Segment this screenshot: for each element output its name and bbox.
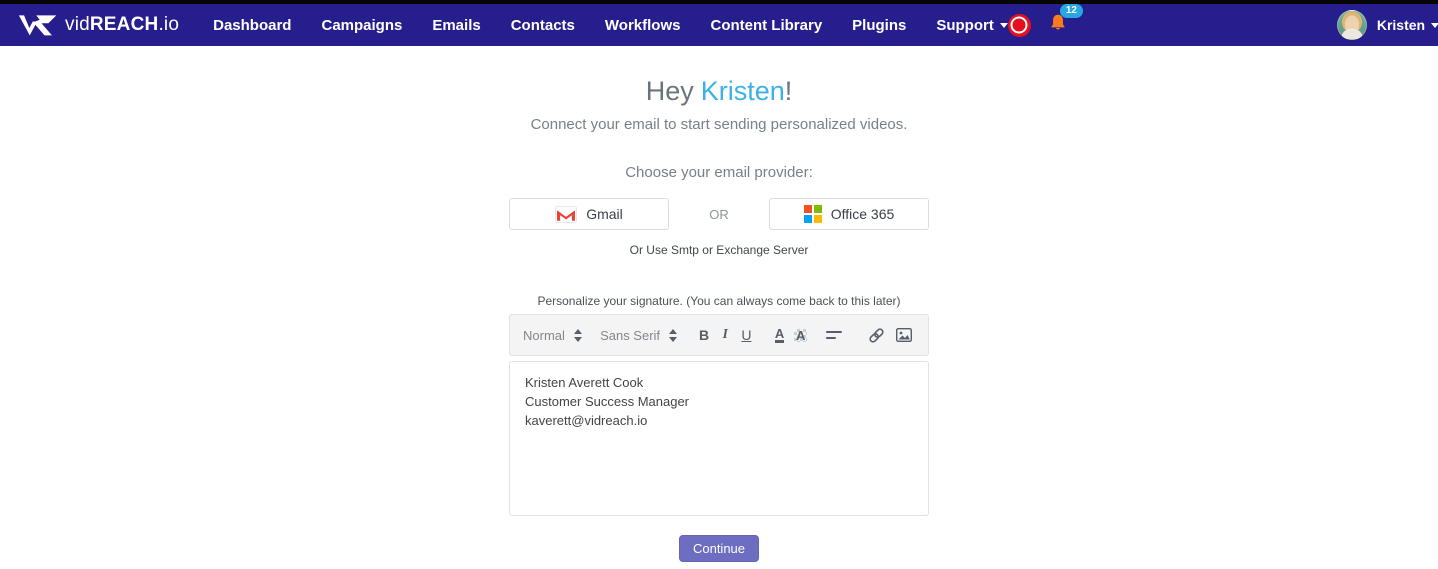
smtp-exchange-link[interactable]: Or Use Smtp or Exchange Server — [509, 243, 929, 257]
brand-logo[interactable]: vid REACH .io — [18, 12, 179, 38]
nav-item-campaigns[interactable]: Campaigns — [321, 17, 402, 34]
user-first-name: Kristen — [700, 76, 785, 106]
page-subtitle: Connect your email to start sending pers… — [530, 116, 908, 133]
main-nav: Dashboard Campaigns Emails Contacts Work… — [213, 17, 1008, 34]
record-video-button[interactable] — [1007, 13, 1031, 37]
signature-section-label: Personalize your signature. (You can alw… — [537, 294, 901, 308]
continue-button[interactable]: Continue — [678, 535, 760, 562]
signature-line: Customer Success Manager — [525, 393, 690, 409]
chevron-down-icon — [999, 22, 1008, 28]
user-name: Kristen — [1376, 17, 1426, 33]
format-picker[interactable]: Normal — [523, 328, 590, 343]
align-icon — [825, 331, 842, 339]
picker-arrows-icon — [573, 328, 582, 342]
office365-label: Office 365 — [830, 206, 895, 222]
italic-button[interactable]: I — [715, 323, 736, 347]
avatar — [1336, 10, 1367, 40]
chevron-down-icon — [1431, 22, 1438, 28]
background-color-button[interactable]: A — [790, 323, 811, 347]
office365-button[interactable]: Office 365 — [769, 198, 929, 230]
nav-item-workflows[interactable]: Workflows — [605, 17, 681, 34]
vidreach-logo-icon — [18, 15, 57, 36]
nav-item-dashboard[interactable]: Dashboard — [213, 17, 291, 34]
editor-toolbar: Normal Sans Serif B I U A A — [509, 314, 929, 356]
notification-badge: 12 — [1059, 3, 1083, 18]
provider-buttons-row: Gmail OR Office 365 — [509, 198, 929, 230]
link-icon — [869, 327, 884, 343]
notifications-bell[interactable]: 12 — [1047, 3, 1083, 39]
user-menu[interactable]: Kristen — [1336, 10, 1438, 40]
signature-line: Kristen Averett Cook — [525, 375, 644, 390]
signature-text-area[interactable]: Kristen Averett Cook Customer Success Ma… — [509, 361, 929, 516]
signature-line: kaverett@vidreach.io — [525, 412, 648, 428]
nav-item-emails[interactable]: Emails — [432, 17, 480, 34]
nav-item-support[interactable]: Support — [936, 17, 1008, 34]
nav-item-contacts[interactable]: Contacts — [511, 17, 575, 34]
top-navbar: vid REACH .io Dashboard Campaigns Emails C… — [0, 3, 1438, 46]
brand-name: vid REACH .io — [65, 14, 180, 35]
signature-editor: Normal Sans Serif B I U A A Kristen Aver… — [509, 314, 929, 516]
gmail-label: Gmail — [586, 206, 623, 222]
page-title: Hey Kristen! — [645, 76, 793, 106]
link-button[interactable] — [866, 323, 887, 347]
or-separator: OR — [709, 206, 729, 222]
navbar-actions: 12 Kristen — [1007, 3, 1438, 40]
image-icon — [896, 328, 913, 342]
office365-icon — [803, 205, 822, 223]
provider-section-label: Choose your email provider: — [625, 164, 813, 181]
align-button[interactable] — [823, 323, 844, 347]
picker-arrows-icon — [669, 328, 678, 342]
font-picker[interactable]: Sans Serif — [600, 328, 679, 343]
gmail-icon — [555, 205, 578, 223]
bold-button[interactable]: B — [693, 323, 714, 347]
underline-button[interactable]: U — [736, 323, 757, 347]
nav-item-content-library[interactable]: Content Library — [710, 17, 822, 34]
gmail-button[interactable]: Gmail — [509, 198, 669, 230]
text-color-button[interactable]: A — [769, 323, 790, 347]
image-button[interactable] — [894, 323, 915, 347]
onboarding-panel: Hey Kristen! Connect your email to start … — [509, 76, 929, 562]
nav-item-plugins[interactable]: Plugins — [852, 17, 906, 34]
